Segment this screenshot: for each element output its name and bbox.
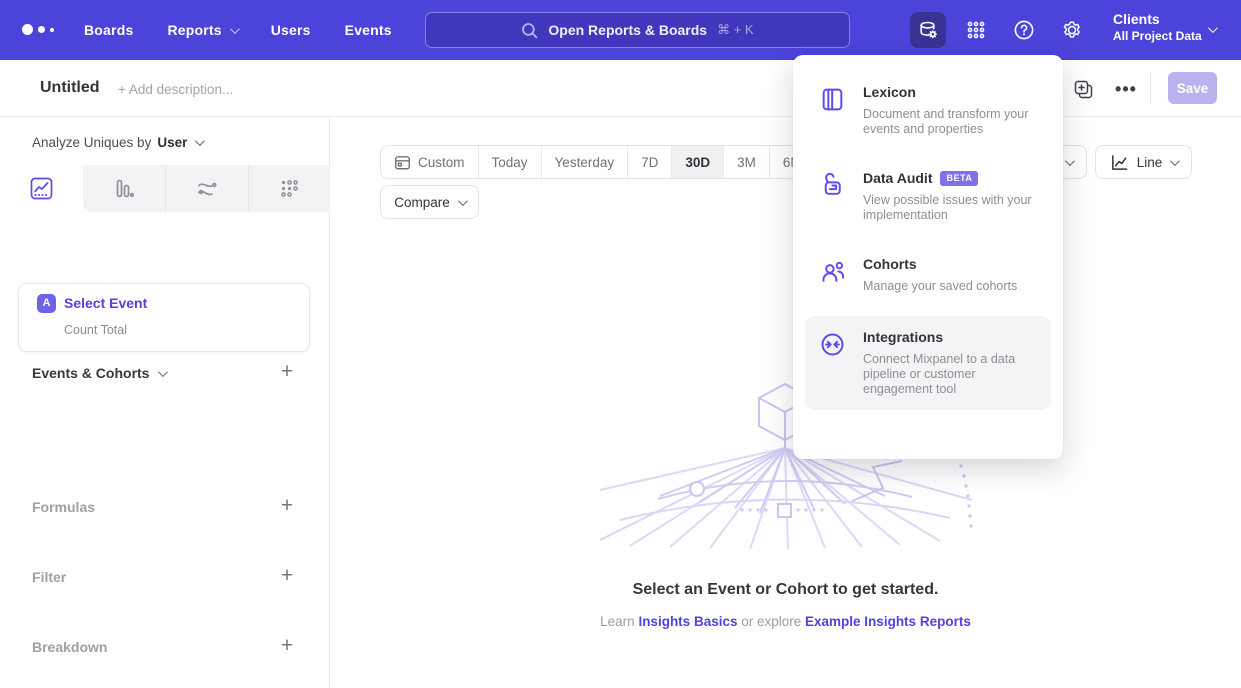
add-filter-button[interactable]: + xyxy=(276,566,298,588)
menu-item-data-audit[interactable]: Data Audit BETA View possible issues with… xyxy=(805,157,1051,236)
report-description-placeholder[interactable]: + Add description... xyxy=(118,82,233,97)
chevron-down-icon xyxy=(158,367,168,377)
search-shortcut: ⌘ + K xyxy=(717,22,754,38)
events-cohorts-section-header[interactable]: Events & Cohorts xyxy=(32,365,165,381)
add-formula-button[interactable]: + xyxy=(276,496,298,518)
menu-item-title: Cohorts xyxy=(863,256,917,272)
menu-item-title: Lexicon xyxy=(863,84,916,100)
header-divider xyxy=(1150,73,1151,104)
date-range-30d[interactable]: 30D xyxy=(671,146,723,178)
menu-item-title: Data Audit xyxy=(863,170,932,186)
save-button[interactable]: Save xyxy=(1168,72,1217,104)
chevron-down-icon xyxy=(230,24,240,34)
tab-bar-chart[interactable] xyxy=(83,165,166,212)
insights-basics-link[interactable]: Insights Basics xyxy=(638,614,737,629)
date-range-custom[interactable]: Custom xyxy=(381,146,478,178)
nav-item-events[interactable]: Events xyxy=(345,22,392,38)
menu-item-lexicon[interactable]: Lexicon Document and transform your even… xyxy=(805,71,1051,150)
menu-item-cohorts[interactable]: Cohorts Manage your saved cohorts xyxy=(805,243,1051,307)
chevron-down-icon xyxy=(195,136,205,146)
count-total-label[interactable]: Count Total xyxy=(64,323,127,337)
event-letter-badge: A xyxy=(37,294,56,313)
menu-item-integrations[interactable]: Integrations Connect Mixpanel to a data … xyxy=(805,316,1051,410)
chevron-down-icon xyxy=(1170,156,1180,166)
formulas-section-header[interactable]: Formulas xyxy=(32,499,95,515)
compare-button[interactable]: Compare xyxy=(380,185,479,219)
project-name: Clients xyxy=(1113,11,1202,27)
data-management-dropdown: Lexicon Document and transform your even… xyxy=(793,55,1063,459)
chart-type-button[interactable]: Line xyxy=(1095,145,1192,179)
chart-type-label: Line xyxy=(1137,155,1163,170)
menu-item-description: View possible issues with your implement… xyxy=(863,193,1035,223)
search-icon xyxy=(521,22,538,39)
analyze-prefix: Analyze Uniques by xyxy=(32,135,151,150)
query-sidebar: Analyze Uniques by User xyxy=(0,117,330,688)
select-event-label[interactable]: Select Event xyxy=(64,295,147,311)
date-range-3m[interactable]: 3M xyxy=(723,146,769,178)
empty-state-prefix: Learn xyxy=(600,614,638,629)
calendar-icon xyxy=(394,154,411,171)
report-title[interactable]: Untitled xyxy=(40,79,100,97)
apps-grid-icon[interactable] xyxy=(958,12,994,48)
tab-insights-line[interactable] xyxy=(0,165,83,212)
chevron-down-icon xyxy=(1208,23,1218,33)
menu-item-description: Connect Mixpanel to a data pipeline or c… xyxy=(863,352,1035,397)
analyze-uniques-selector[interactable]: Analyze Uniques by User xyxy=(32,135,202,150)
search-input[interactable]: Open Reports & Boards ⌘ + K xyxy=(425,12,850,48)
data-audit-icon xyxy=(819,170,846,223)
chevron-down-icon xyxy=(458,196,468,206)
project-selector[interactable]: Clients All Project Data xyxy=(1113,11,1202,43)
chevron-down-icon xyxy=(1065,156,1075,166)
menu-item-description: Document and transform your events and p… xyxy=(863,107,1035,137)
top-nav: Boards Reports Users Events Open Reports… xyxy=(0,0,1241,60)
nav-item-users[interactable]: Users xyxy=(271,22,311,38)
analyze-value: User xyxy=(157,135,187,150)
more-options-icon[interactable]: ••• xyxy=(1113,76,1139,102)
example-insights-reports-link[interactable]: Example Insights Reports xyxy=(805,614,971,629)
filter-section-header[interactable]: Filter xyxy=(32,569,66,585)
empty-state-middle: or explore xyxy=(737,614,805,629)
date-range-today[interactable]: Today xyxy=(478,146,541,178)
integrations-icon xyxy=(819,329,846,397)
line-chart-icon xyxy=(1110,153,1129,172)
cohorts-icon xyxy=(819,256,846,294)
beta-badge: BETA xyxy=(940,171,978,186)
menu-item-title: Integrations xyxy=(863,329,943,345)
date-range-7d[interactable]: 7D xyxy=(627,146,671,178)
help-icon[interactable] xyxy=(1006,12,1042,48)
settings-gear-icon[interactable] xyxy=(1054,12,1090,48)
empty-state: Select an Event or Cohort to get started… xyxy=(330,581,1241,629)
project-scope: All Project Data xyxy=(1113,29,1202,43)
add-event-button[interactable]: + xyxy=(276,362,298,384)
select-event-card[interactable]: A Select Event Count Total xyxy=(18,283,310,352)
visualization-tabs xyxy=(0,165,330,212)
add-breakdown-button[interactable]: + xyxy=(276,636,298,658)
tab-flow[interactable] xyxy=(165,165,248,212)
duplicate-icon[interactable] xyxy=(1070,76,1096,102)
tab-metrics-grid[interactable] xyxy=(248,165,331,212)
empty-state-title: Select an Event or Cohort to get started… xyxy=(330,581,1241,599)
mixpanel-logo[interactable] xyxy=(22,24,54,35)
date-range-yesterday[interactable]: Yesterday xyxy=(541,146,628,178)
breakdown-section-header[interactable]: Breakdown xyxy=(32,639,107,655)
nav-item-boards[interactable]: Boards xyxy=(84,22,133,38)
nav-menu: Boards Reports Users Events xyxy=(84,0,392,60)
nav-item-reports[interactable]: Reports xyxy=(167,22,236,38)
search-placeholder: Open Reports & Boards xyxy=(548,22,707,38)
lexicon-book-icon xyxy=(819,84,846,137)
menu-item-description: Manage your saved cohorts xyxy=(863,279,1035,294)
data-management-icon[interactable] xyxy=(910,12,946,48)
compare-label: Compare xyxy=(394,195,450,210)
